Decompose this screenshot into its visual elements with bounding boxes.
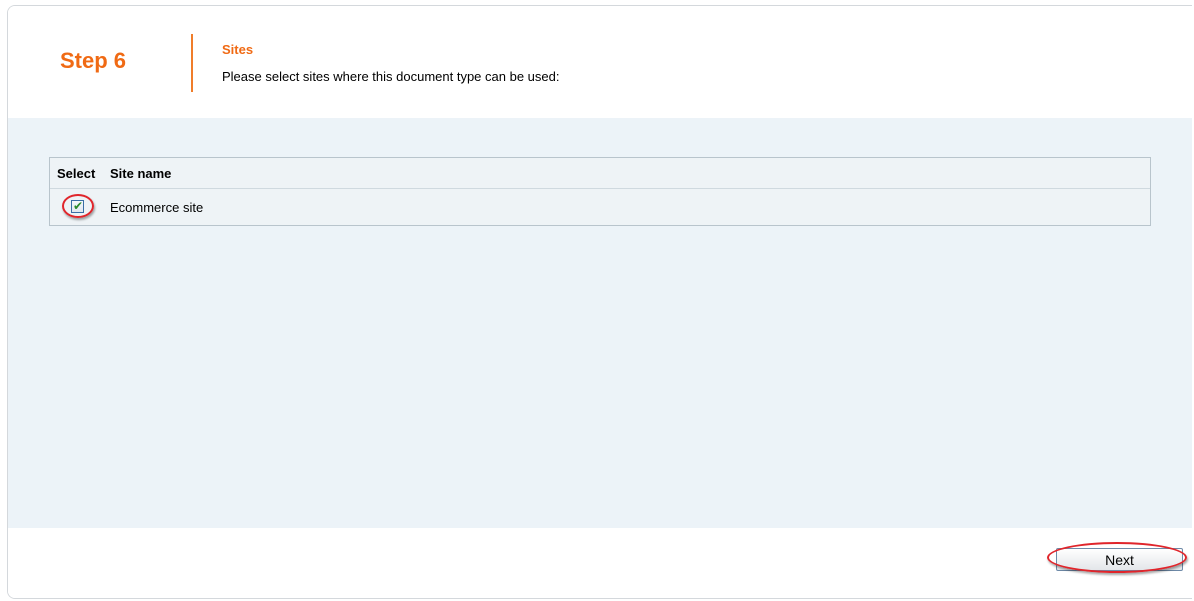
sites-grid: Select Site name ✔ Ecommerce site [49,157,1151,226]
header-divider [191,34,193,92]
step-title: Sites [222,42,254,57]
wizard-panel: Step 6 Sites Please select sites where t… [7,5,1192,599]
next-button[interactable]: Next [1056,548,1183,571]
table-row: ✔ Ecommerce site [50,189,1150,225]
wizard-footer: Next [8,528,1192,598]
site-select-checkbox[interactable]: ✔ [71,199,84,213]
step-number: Step 6 [60,48,127,73]
wizard-header: Step 6 Sites Please select sites where t… [8,6,1192,118]
step-description: Please select sites where this document … [222,69,560,84]
column-header-select: Select [57,165,96,181]
wizard-content: Select Site name ✔ Ecommerce site [8,118,1192,528]
check-icon: ✔ [73,199,84,213]
site-name-cell: Ecommerce site [110,199,204,215]
column-header-site-name: Site name [110,165,172,181]
select-cell: ✔ [50,189,110,225]
grid-header: Select Site name [50,158,1150,189]
